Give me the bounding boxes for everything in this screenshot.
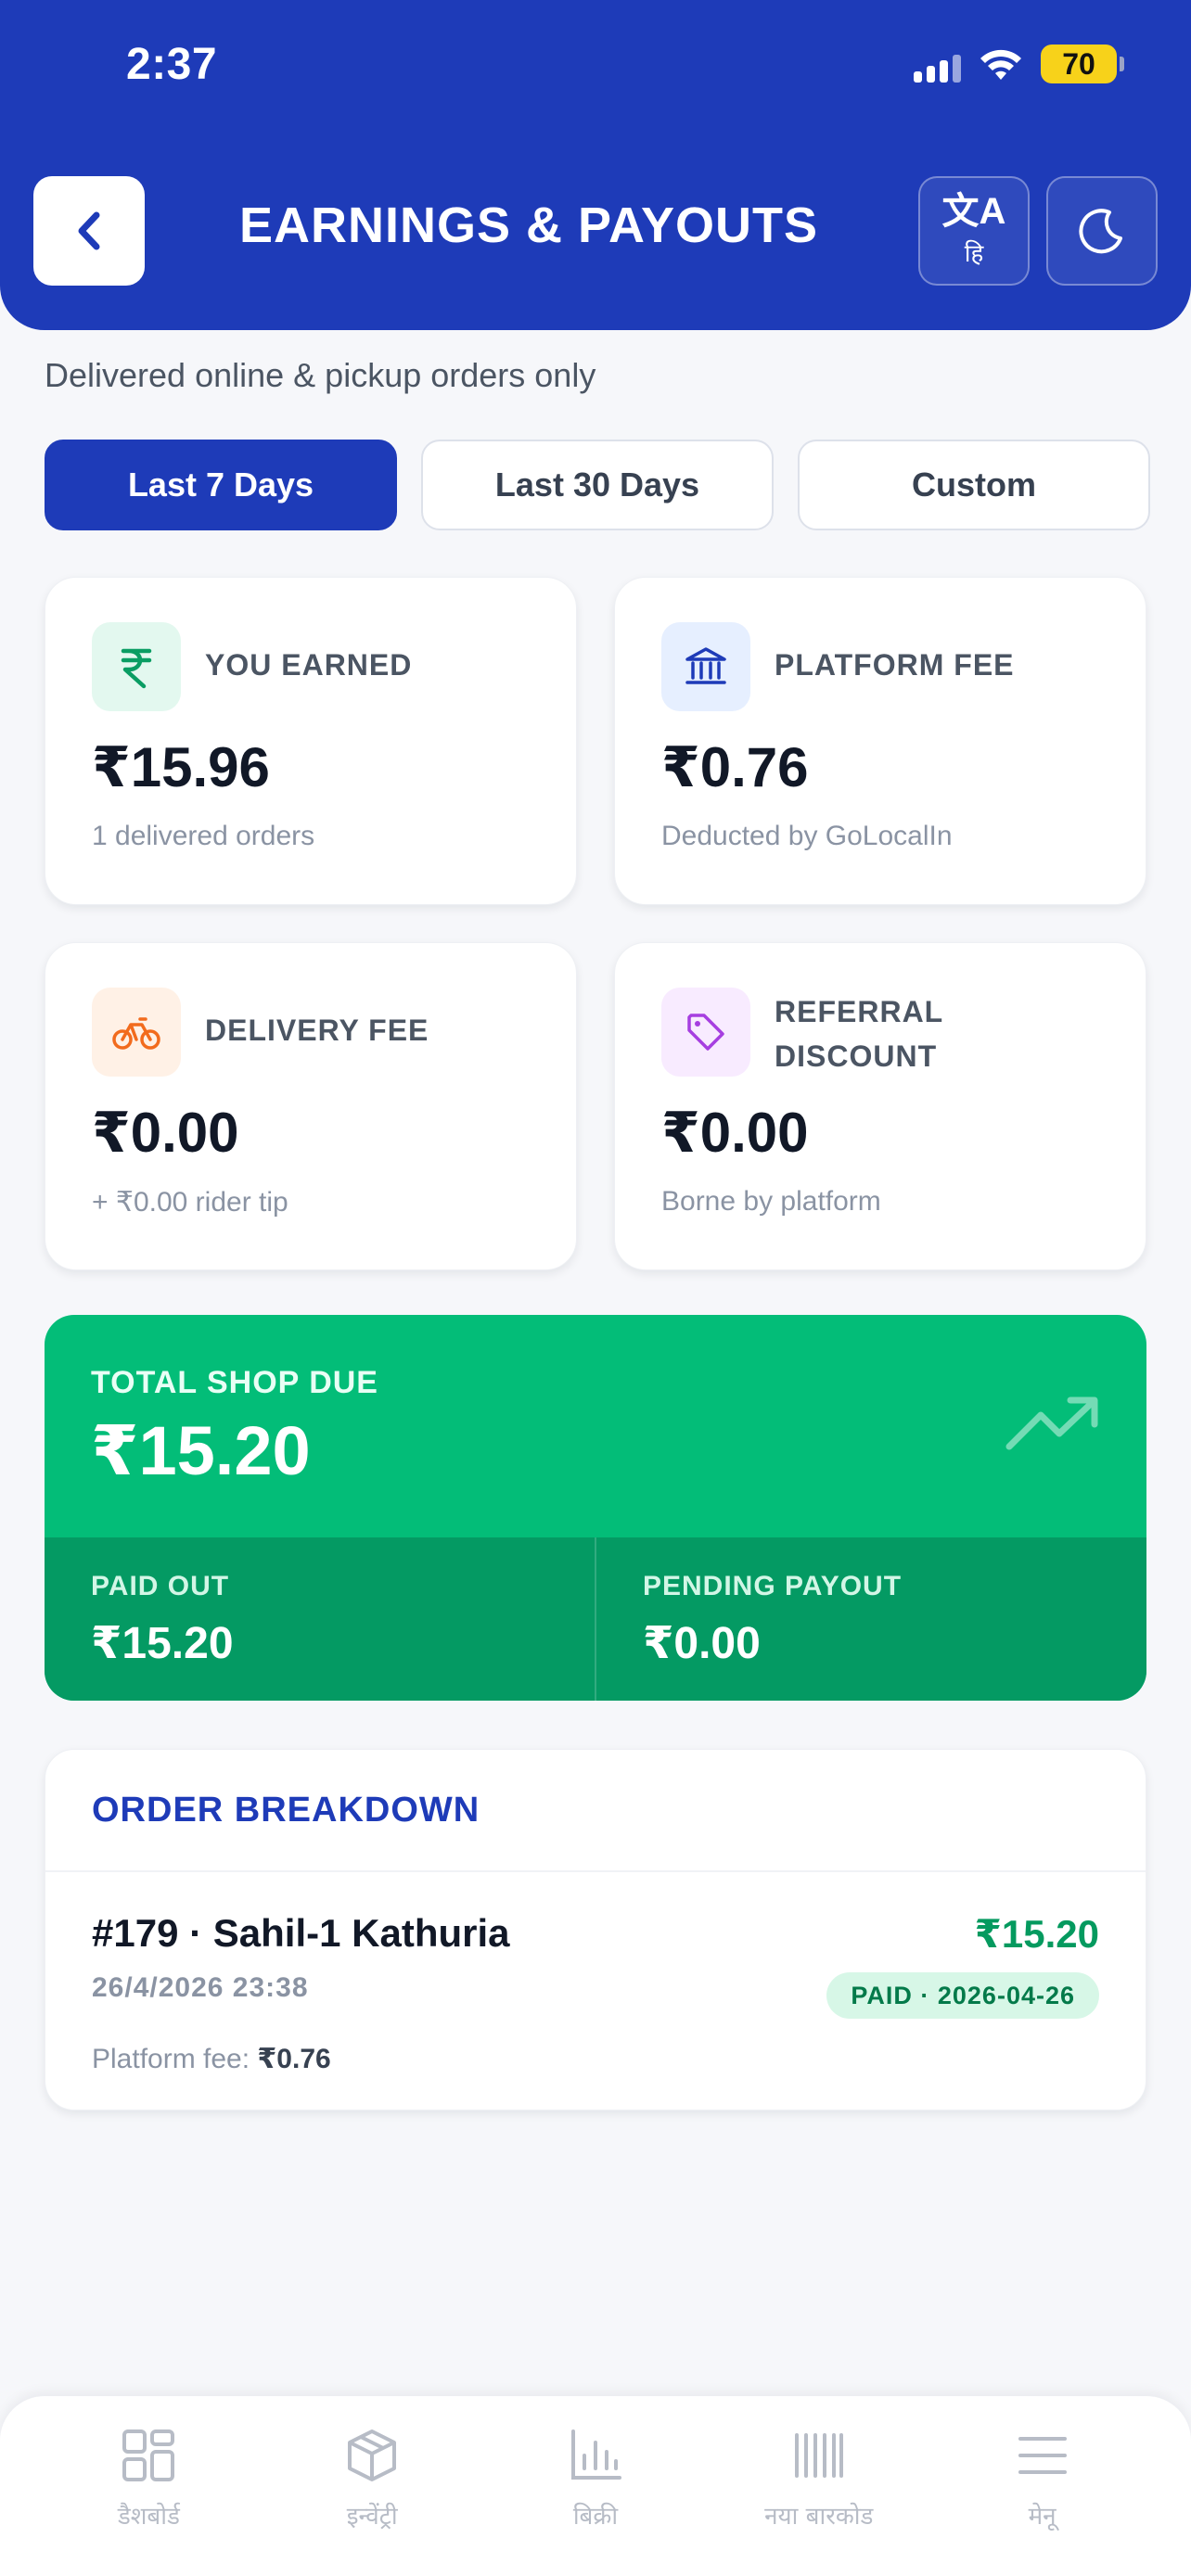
payout-split: PAID OUT ₹15.20 PENDING PAYOUT ₹0.00	[45, 1537, 1146, 1701]
page-subtitle: Delivered online & pickup orders only	[45, 356, 596, 394]
delivery-fee-amount: ₹0.00	[92, 1102, 239, 1164]
platform-fee-note: Deducted by GoLocalIn	[661, 821, 953, 851]
nav-label-menu: मेनू	[1028, 2503, 1057, 2531]
header-bar: 2:37 70 EARNINGS & PAYOUTS 文A हि	[0, 0, 1191, 330]
translate-language-label: हि	[964, 240, 984, 268]
moon-icon	[1079, 209, 1122, 254]
tab-last-30-days[interactable]: Last 30 Days	[421, 440, 774, 530]
bottom-navigation: डैशबोर्ड इन्वेंट्री बिक्री नया बारकोड मे…	[0, 2396, 1191, 2576]
tag-icon	[661, 988, 750, 1077]
status-badge: PAID · 2026-04-26	[826, 1972, 1099, 2019]
barcode-icon	[794, 2433, 843, 2478]
you-earned-note: 1 delivered orders	[92, 821, 315, 851]
referral-discount-note: Borne by platform	[661, 1186, 881, 1217]
order-date: 26/4/2026 23:38	[92, 1972, 309, 2003]
order-breakdown-card: ORDER BREAKDOWN #179 · Sahil-1 Kathuria …	[45, 1749, 1146, 2111]
order-title[interactable]: #179 · Sahil-1 Kathuria	[92, 1911, 510, 1956]
battery-icon: 70	[1041, 45, 1124, 83]
referral-discount-card: REFERRAL DISCOUNT ₹0.00 Borne by platfor…	[614, 942, 1146, 1270]
rupee-icon	[92, 622, 181, 711]
dashboard-icon	[122, 2429, 175, 2481]
nav-item-menu[interactable]: मेनू	[950, 2428, 1135, 2576]
nav-item-inventory[interactable]: इन्वेंट्री	[279, 2428, 465, 2576]
delivery-fee-card: DELIVERY FEE ₹0.00 + ₹0.00 rider tip	[45, 942, 577, 1270]
status-icons: 70	[914, 45, 1124, 83]
total-due-label: TOTAL SHOP DUE	[91, 1365, 378, 1400]
trending-up-icon	[1005, 1395, 1102, 1459]
total-due-amount: ₹15.20	[91, 1412, 311, 1489]
platform-fee-amount: ₹0.76	[661, 736, 809, 798]
nav-label-sales: बिक्री	[572, 2503, 619, 2531]
theme-toggle-button[interactable]	[1046, 176, 1158, 286]
referral-discount-label: REFERRAL DISCOUNT	[775, 995, 943, 1073]
box-icon	[348, 2429, 397, 2481]
nav-label-inventory: इन्वेंट्री	[346, 2503, 398, 2531]
paid-out-amount: ₹15.20	[91, 1619, 234, 1668]
total-shop-due-card: TOTAL SHOP DUE ₹15.20 PAID OUT ₹15.20 PE…	[45, 1315, 1146, 1701]
translate-button[interactable]: 文A हि	[918, 176, 1030, 286]
order-platform-fee: Platform fee: ₹0.76	[92, 2043, 331, 2075]
nav-item-new-barcode[interactable]: नया बारकोड	[726, 2428, 912, 2576]
platform-fee-line-label: Platform fee:	[92, 2044, 250, 2074]
referral-discount-amount: ₹0.00	[661, 1102, 809, 1164]
date-range-tabs: Last 7 Days Last 30 Days Custom	[45, 440, 1150, 530]
cellular-signal-icon	[914, 45, 961, 83]
nav-label-dashboard: डैशबोर्ड	[117, 2503, 180, 2531]
wifi-icon	[978, 46, 1024, 82]
paid-out-section: PAID OUT ₹15.20	[45, 1537, 595, 1701]
you-earned-amount: ₹15.96	[92, 736, 270, 798]
nav-label-new-barcode: नया बारकोड	[764, 2503, 874, 2531]
platform-fee-label: PLATFORM FEE	[775, 648, 1015, 682]
nav-item-sales[interactable]: बिक्री	[503, 2428, 688, 2576]
you-earned-card: YOU EARNED ₹15.96 1 delivered orders	[45, 577, 577, 905]
bicycle-icon	[92, 988, 181, 1077]
order-amount: ₹15.20	[974, 1912, 1099, 1956]
pending-payout-label: PENDING PAYOUT	[643, 1571, 903, 1601]
delivery-fee-label: DELIVERY FEE	[205, 1014, 429, 1047]
menu-icon	[1018, 2437, 1067, 2474]
pending-payout-amount: ₹0.00	[643, 1619, 761, 1668]
back-button[interactable]	[33, 176, 145, 286]
order-breakdown-title: ORDER BREAKDOWN	[92, 1791, 480, 1830]
divider	[45, 1870, 1146, 1872]
page-title: EARNINGS & PAYOUTS	[238, 198, 819, 253]
translate-icon: 文A	[941, 191, 1006, 232]
platform-fee-card: PLATFORM FEE ₹0.76 Deducted by GoLocalIn	[614, 577, 1146, 905]
pending-payout-section: PENDING PAYOUT ₹0.00	[595, 1537, 1146, 1701]
tab-last-7-days[interactable]: Last 7 Days	[45, 440, 397, 530]
chevron-left-icon	[78, 211, 100, 250]
nav-item-dashboard[interactable]: डैशबोर्ड	[56, 2428, 241, 2576]
platform-fee-line-value: ₹0.76	[257, 2044, 331, 2074]
status-time: 2:37	[126, 40, 218, 89]
delivery-fee-note: + ₹0.00 rider tip	[92, 1187, 288, 1218]
tab-custom[interactable]: Custom	[798, 440, 1150, 530]
you-earned-label: YOU EARNED	[205, 648, 413, 682]
bar-chart-icon	[570, 2429, 621, 2480]
paid-out-label: PAID OUT	[91, 1571, 230, 1601]
bank-icon	[661, 622, 750, 711]
